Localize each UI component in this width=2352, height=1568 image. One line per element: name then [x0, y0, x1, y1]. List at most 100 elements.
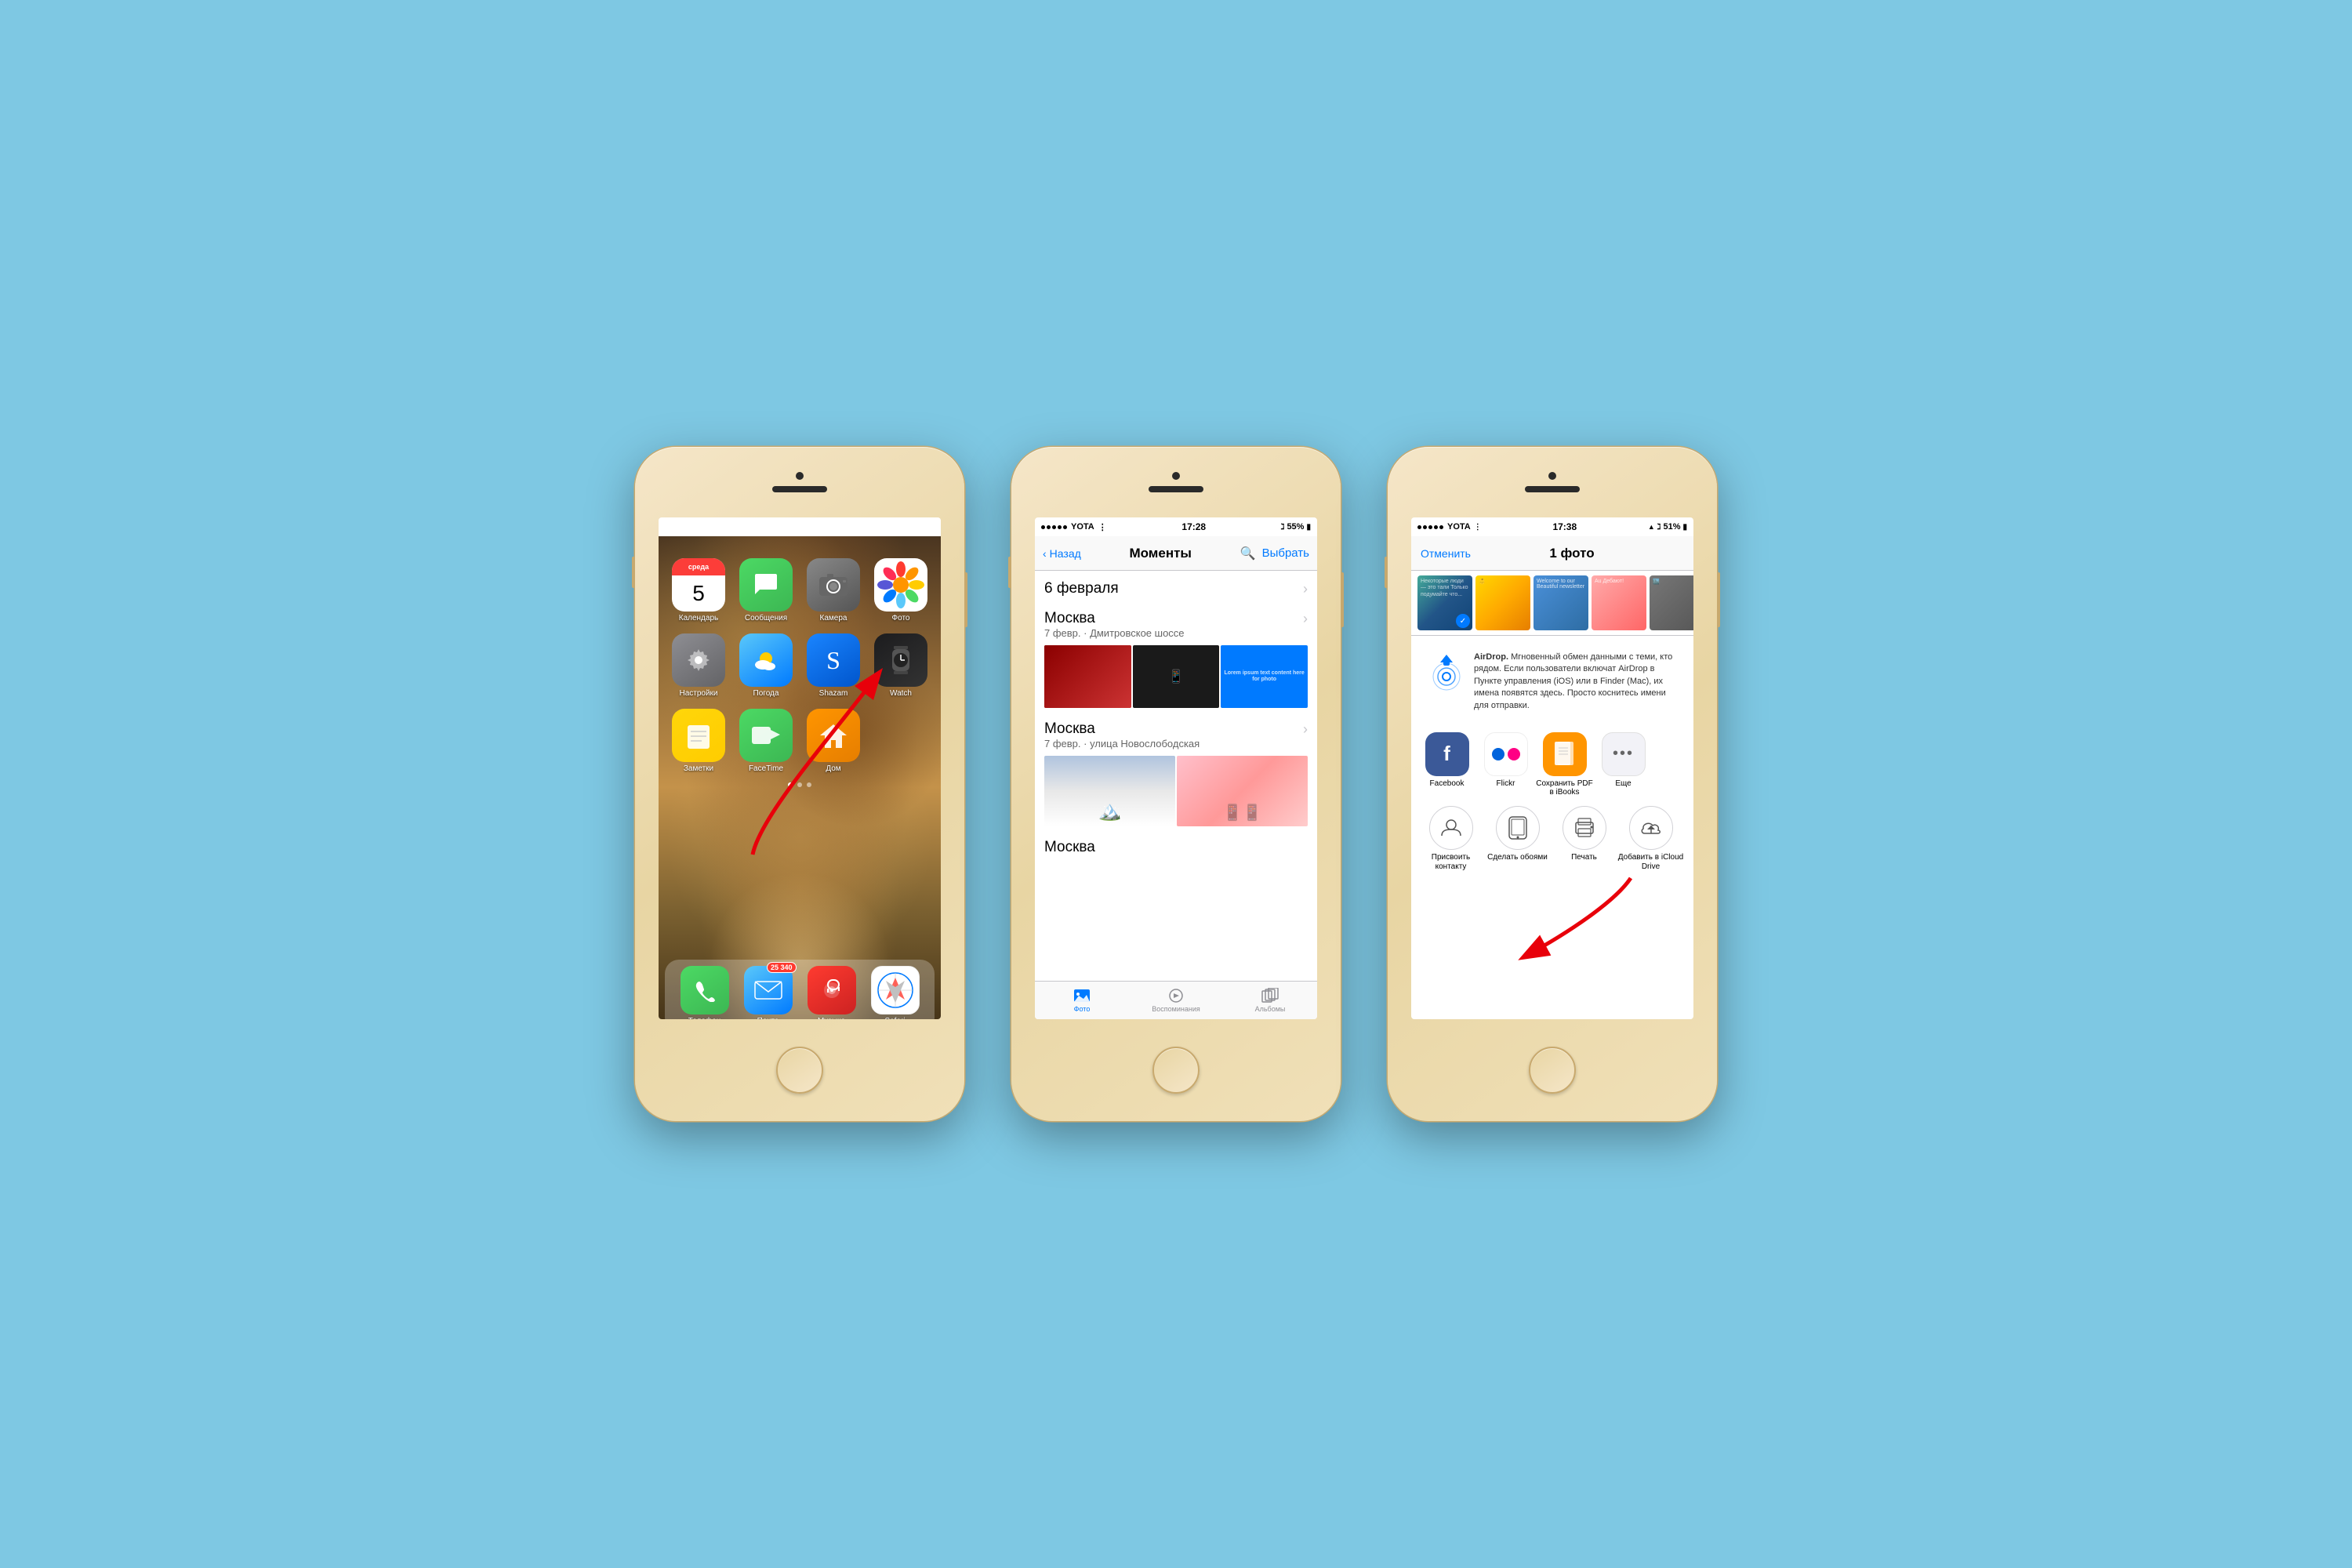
music-icon	[818, 977, 845, 1004]
time-2: 17:28	[1181, 521, 1206, 532]
photo-snow[interactable]: 🏔️	[1044, 756, 1175, 826]
airdrop-icon	[1427, 652, 1466, 691]
carrier-2: YOTA	[1071, 522, 1094, 532]
phone1-screen: YOTA ⋮ 17:26 ℷ 55% ▮	[659, 517, 941, 1019]
action-wallpaper[interactable]: Сделать обоями	[1484, 806, 1551, 872]
tab-albums-label: Альбомы	[1255, 1005, 1286, 1013]
print-icon	[1573, 818, 1596, 838]
action-assign-contact[interactable]: Присвоить контакту	[1417, 806, 1484, 872]
dock-music-label: Музыка	[818, 1017, 845, 1019]
dock-phone-label: Телефон	[688, 1017, 720, 1019]
dock-safari[interactable]: Safari	[871, 966, 920, 1019]
wallpaper-icon	[1496, 806, 1540, 850]
search-button[interactable]: 🔍	[1240, 546, 1256, 561]
photo-speakers[interactable]	[1044, 645, 1131, 708]
dock-music[interactable]: Музыка	[808, 966, 856, 1019]
status-bar-1: YOTA ⋮ 17:26 ℷ 55% ▮	[659, 517, 941, 536]
photos-icon-svg	[874, 558, 927, 612]
speaker-1	[772, 486, 827, 492]
airdrop-svg	[1427, 652, 1466, 691]
app-photos[interactable]: Фото	[870, 558, 931, 622]
home-button-1[interactable]	[776, 1047, 823, 1094]
app-camera-label: Камера	[820, 614, 848, 622]
photo-iphone-dark[interactable]: 📱	[1133, 645, 1220, 708]
strip-photo-3[interactable]: Welcome to our Beautiful newsletter	[1534, 575, 1588, 630]
section-moscow2[interactable]: Москва ›	[1035, 711, 1317, 738]
mail-icon	[754, 981, 782, 1000]
back-chevron: ‹	[1043, 547, 1047, 560]
share-nav: Отменить 1 фото 空	[1411, 536, 1693, 571]
action-ibooks[interactable]: Сохранить PDF в iBooks	[1535, 732, 1594, 797]
section-moscow3: Москва	[1035, 829, 1317, 858]
strip-photo-5[interactable]: 🏙️	[1650, 575, 1693, 630]
action-icloud-label: Добавить в iCloud Drive	[1617, 853, 1684, 872]
select-button[interactable]: Выбрать	[1262, 546, 1309, 560]
section-date[interactable]: 6 февраля ›	[1035, 571, 1317, 601]
action-ibooks-label: Сохранить PDF в iBooks	[1535, 779, 1594, 797]
phone2-top	[1011, 447, 1341, 517]
dock: Телефон 25 340 Почта	[665, 960, 935, 1019]
signal-2	[1041, 525, 1067, 529]
action-facebook[interactable]: f Facebook	[1417, 732, 1476, 797]
tab-albums[interactable]: Альбомы	[1223, 982, 1317, 1019]
action-print[interactable]: Печать	[1551, 806, 1617, 872]
section-moscow1[interactable]: Москва ›	[1035, 601, 1317, 627]
settings-icon	[684, 646, 713, 674]
app-messages[interactable]: Сообщения	[735, 558, 797, 622]
battery-pct-2: 55%	[1287, 522, 1304, 532]
photo-text-blue[interactable]: Lorem ipsum text content here for photo	[1221, 645, 1308, 708]
cancel-button[interactable]: Отменить	[1421, 547, 1471, 560]
assign-contact-icon	[1429, 806, 1473, 850]
action-more-label: Еще	[1615, 779, 1631, 788]
signal-3	[1417, 525, 1443, 529]
app-home[interactable]: Дом	[803, 709, 864, 773]
app-weather[interactable]: Погода	[735, 633, 797, 698]
phone2: YOTA ⋮ 17:28 ℷ 55% ▮ ‹ Назад Моменты �	[1011, 447, 1341, 1121]
photos-nav: ‹ Назад Моменты 🔍 Выбрать	[1035, 536, 1317, 571]
back-button[interactable]: ‹ Назад	[1043, 547, 1081, 560]
dock-mail[interactable]: 25 340 Почта	[744, 966, 793, 1019]
app-watch-label: Watch	[890, 689, 912, 698]
subsection-moscow2: 7 февр. · улица Новослободская	[1035, 738, 1317, 753]
status-bar-3: YOTA ⋮ 17:38 ▲ ℷ 51% ▮	[1411, 517, 1693, 536]
home-button-2[interactable]	[1152, 1047, 1200, 1094]
app-calendar[interactable]: среда 5 Календарь	[668, 558, 729, 622]
phone1-bottom	[635, 1019, 964, 1121]
app-camera[interactable]: Камера	[803, 558, 864, 622]
icloud-svg	[1639, 818, 1663, 838]
camera-icon	[818, 572, 848, 597]
time-1: 17:26	[805, 521, 829, 532]
carrier-1: YOTA	[695, 522, 718, 532]
section-moscow2-title: Москва	[1044, 720, 1095, 738]
phone-icon	[693, 978, 717, 1002]
app-shazam[interactable]: S Shazam	[803, 633, 864, 698]
homescreen: среда 5 Календарь Сообщения	[659, 536, 941, 1019]
action-more[interactable]: ••• Еще	[1594, 732, 1653, 797]
action-flickr[interactable]: Flickr	[1476, 732, 1535, 797]
strip-photo-4[interactable]: Au Дебают!	[1592, 575, 1646, 630]
app-watch[interactable]: Watch	[870, 633, 931, 698]
tab-photos[interactable]: Фото	[1035, 982, 1129, 1019]
dock-phone[interactable]: Телефон	[681, 966, 729, 1019]
photos-content: 6 февраля › Москва › 7 февр. · Дмитровск…	[1035, 571, 1317, 985]
wifi-1: ⋮	[722, 522, 731, 532]
photo-pink-phones[interactable]: 📱📱	[1177, 756, 1308, 826]
action-flickr-label: Flickr	[1497, 779, 1515, 788]
strip-photo-2[interactable]: 👶	[1475, 575, 1530, 630]
tab-memories[interactable]: Воспоминания	[1129, 982, 1223, 1019]
phone1-top	[635, 447, 964, 517]
action-icloud[interactable]: Добавить в iCloud Drive	[1617, 806, 1684, 872]
page-dots	[659, 779, 941, 790]
action-print-label: Печать	[1571, 853, 1597, 862]
app-notes[interactable]: Заметки	[668, 709, 729, 773]
mail-badge: 25 340	[767, 962, 797, 973]
home-button-3[interactable]	[1529, 1047, 1576, 1094]
app-home-label: Дом	[826, 764, 840, 773]
action-row: Присвоить контакту Сделать обоями	[1411, 801, 1693, 877]
contact-icon	[1440, 817, 1462, 839]
app-settings[interactable]: Настройки	[668, 633, 729, 698]
app-facetime[interactable]: FaceTime	[735, 709, 797, 773]
strip-photo-1[interactable]: ✓ Некоторые люди — это тали Только подум…	[1417, 575, 1472, 630]
phone2-container: YOTA ⋮ 17:28 ℷ 55% ▮ ‹ Назад Моменты �	[1011, 447, 1341, 1121]
app-facetime-label: FaceTime	[749, 764, 783, 773]
